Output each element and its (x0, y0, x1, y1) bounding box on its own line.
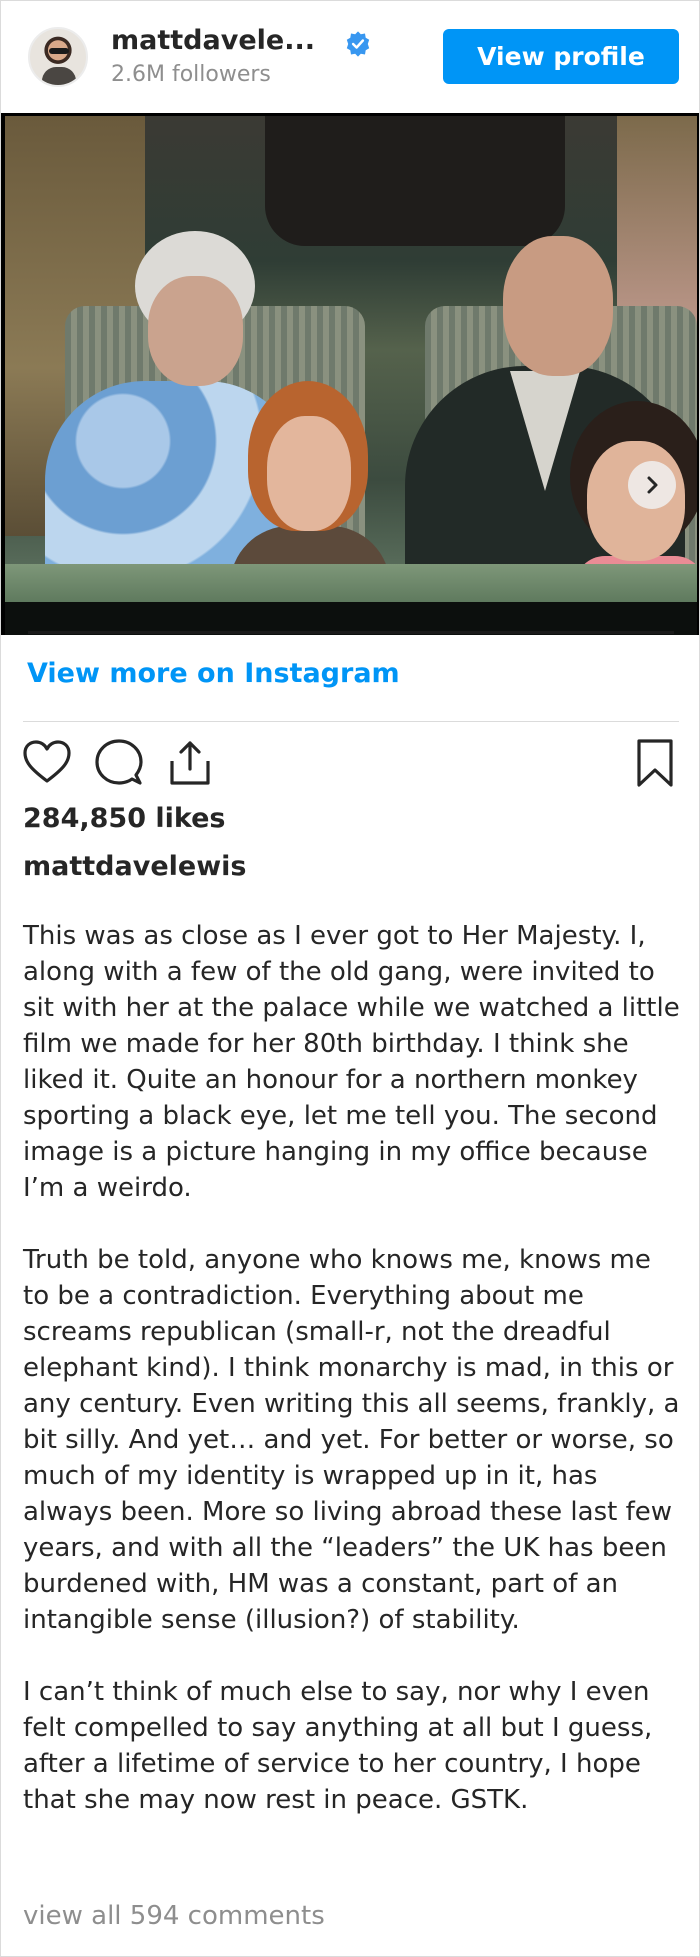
share-icon[interactable] (164, 737, 216, 789)
caption-paragraph: Truth be told, anyone who knows me, know… (23, 1245, 680, 1635)
bookmark-icon[interactable] (629, 737, 681, 789)
divider (23, 721, 679, 722)
caption-paragraph: I can’t think of much else to say, nor w… (23, 1677, 653, 1815)
avatar-shirt (42, 67, 76, 85)
comment-icon[interactable] (93, 737, 145, 789)
chevron-right-icon (647, 476, 658, 494)
view-more-link[interactable]: View more on Instagram (27, 658, 400, 689)
avatar[interactable] (28, 27, 88, 87)
avatar-sunglasses (49, 48, 69, 54)
caption-paragraph: This was as close as I ever got to Her M… (23, 921, 680, 1203)
username[interactable]: mattdavele... (111, 25, 315, 56)
media-divider (28, 631, 674, 634)
post-photo (5, 116, 697, 635)
view-profile-button[interactable]: View profile (443, 29, 679, 84)
view-all-comments-link[interactable]: view all 594 comments (23, 1901, 325, 1931)
heart-icon[interactable] (21, 737, 73, 789)
post-header: mattdavele... 2.6M followers View profil… (1, 1, 699, 111)
likes-count[interactable]: 284,850 likes (23, 803, 226, 834)
verified-badge-icon (346, 31, 370, 57)
caption-text: This was as close as I ever got to Her M… (23, 918, 683, 1818)
caption-username[interactable]: mattdavelewis (23, 851, 246, 882)
instagram-embed-card: mattdavele... 2.6M followers View profil… (0, 0, 700, 1957)
followers-count: 2.6M followers (111, 62, 271, 87)
carousel-next-button[interactable] (628, 461, 676, 509)
post-media-carousel[interactable] (1, 113, 699, 635)
